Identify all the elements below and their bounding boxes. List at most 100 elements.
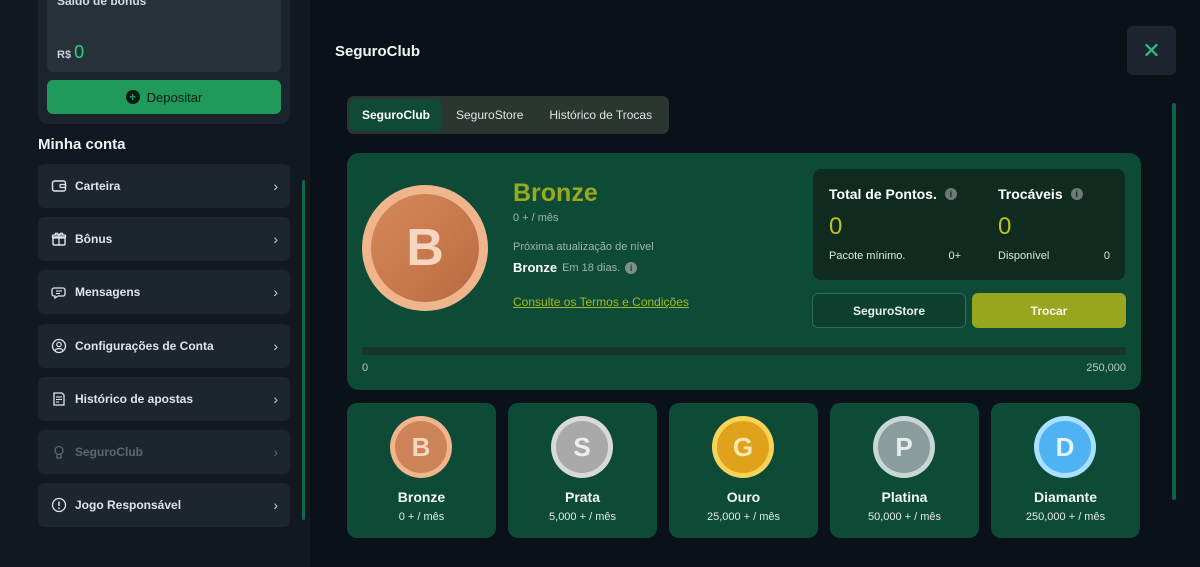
- bonus-balance-box: Saldo de bônus R$ 0: [47, 0, 281, 72]
- menu-item-label: Bônus: [75, 232, 113, 247]
- bonus-amount: 0: [74, 42, 85, 62]
- tier-card-diamante: D Diamante 250,000 + / mês: [991, 403, 1140, 538]
- tier-coin-letter: D: [1039, 421, 1091, 473]
- menu-item-label: Carteira: [75, 179, 121, 193]
- alert-circle-icon: [50, 496, 68, 514]
- chevron-right-icon: ›: [273, 231, 278, 248]
- total-points-value: 0: [829, 213, 843, 240]
- bonus-balance-title: Saldo de bônus: [57, 0, 147, 8]
- chevron-right-icon: ›: [273, 178, 278, 194]
- menu-item-label: Histórico de apostas: [75, 391, 194, 406]
- available-label: Disponível: [998, 250, 1050, 262]
- tier-coin-letter: S: [556, 421, 608, 473]
- menu-item-bet-history[interactable]: Histórico de apostas ›: [38, 376, 290, 421]
- info-icon[interactable]: i: [944, 188, 957, 200]
- available-row: Disponível 0: [998, 250, 1110, 262]
- level-name: Bronze: [513, 179, 598, 207]
- tier-requirement: 25,000 + / mês: [706, 511, 781, 523]
- tier-coin-letter: B: [395, 421, 447, 473]
- modal-title: SeguroClub: [335, 43, 420, 60]
- tier-coin-letter: G: [717, 421, 769, 473]
- section-title-my-account: Minha conta: [38, 136, 126, 153]
- tier-card-bronze: B Bronze 0 + / mês: [347, 403, 496, 538]
- chevron-right-icon: ›: [273, 497, 278, 514]
- level-card: B Bronze 0 + / mês Próxima atualização d…: [347, 153, 1141, 390]
- wallet-icon: [50, 177, 68, 195]
- total-points-column: Total de Pontos. i 0 Pacote mínimo. 0+: [829, 169, 961, 280]
- tab-seguroclub[interactable]: SeguroClub: [350, 99, 442, 131]
- level-requirement: 0 + / mês: [513, 212, 559, 224]
- tier-name: Bronze: [397, 489, 446, 505]
- tier-requirement: 5,000 + / mês: [549, 511, 616, 523]
- chevron-right-icon: ›: [273, 337, 278, 354]
- total-points-label: Total de Pontos.: [829, 186, 937, 202]
- tab-exchange-history[interactable]: Histórico de Trocas: [537, 99, 664, 131]
- tier-name: Diamante: [1033, 489, 1098, 505]
- diamante-coin-icon: D: [1034, 416, 1096, 478]
- tier-coin-letter: P: [878, 421, 930, 473]
- level-progress-bar: [362, 347, 1126, 355]
- next-level-info: Bronze Em 18 dias. i: [513, 260, 638, 275]
- menu-item-responsible-gaming[interactable]: Jogo Responsável ›: [38, 483, 290, 528]
- tier-name: Prata: [564, 489, 601, 505]
- segurostore-button[interactable]: SeguroStore: [812, 293, 966, 328]
- points-box: Total de Pontos. i 0 Pacote mínimo. 0+ T…: [813, 169, 1125, 280]
- menu-item-bonus[interactable]: Bônus ›: [38, 217, 290, 262]
- tradeable-points-column: Trocáveis i 0 Disponível 0: [998, 169, 1110, 280]
- tier-name: Ouro: [726, 489, 761, 505]
- bronze-coin-icon: B: [390, 416, 452, 478]
- info-icon[interactable]: i: [625, 261, 638, 274]
- menu-item-label: Mensagens: [75, 285, 141, 300]
- chevron-right-icon: ›: [273, 390, 278, 407]
- tier-list: B Bronze 0 + / mês S Prata 5,000 + / mês G Ouro…: [347, 403, 1142, 539]
- tier-requirement: 0 + / mês: [398, 511, 445, 523]
- close-button[interactable]: ✕: [1127, 26, 1176, 75]
- menu-item-wallet[interactable]: Carteira ›: [38, 164, 290, 208]
- bonus-currency: R$: [57, 49, 72, 61]
- platina-coin-icon: P: [873, 416, 935, 478]
- ouro-coin-icon: G: [712, 416, 774, 478]
- user-settings-icon: [50, 337, 68, 355]
- terms-link[interactable]: Consulte os Termos e Condições: [513, 295, 689, 309]
- next-level-eta: Em 18 dias.: [562, 261, 621, 274]
- wallet-card: Saldo de bônus R$ 0 + Depositar: [38, 0, 290, 124]
- tier-card-ouro: G Ouro 25,000 + / mês: [669, 403, 818, 538]
- sidebar: Saldo de bônus R$ 0 + Depositar Minha co…: [0, 0, 310, 567]
- total-points-header: Total de Pontos. i: [829, 186, 957, 202]
- progress-max-label: 250,000: [1086, 362, 1126, 374]
- prata-coin-icon: S: [551, 416, 613, 478]
- club-icon: [50, 443, 68, 461]
- menu-item-seguroclub[interactable]: SeguroClub ›: [38, 429, 290, 474]
- trade-button[interactable]: Trocar: [972, 293, 1126, 328]
- messages-icon: [50, 283, 68, 301]
- tier-name: Platina: [881, 489, 928, 505]
- tab-segurostore[interactable]: SeguroStore: [444, 99, 535, 131]
- deposit-button[interactable]: + Depositar: [47, 80, 281, 114]
- deposit-label: Depositar: [146, 89, 203, 105]
- modal-scrollbar[interactable]: [1172, 103, 1176, 500]
- tier-requirement: 250,000 + / mês: [1025, 511, 1106, 523]
- account-menu: Carteira › Bônus › Mensagens › Configura…: [38, 164, 290, 536]
- bronze-coin-icon: B: [362, 185, 488, 311]
- sidebar-scrollbar[interactable]: [302, 180, 305, 520]
- tier-requirement: 50,000 + / mês: [867, 511, 942, 523]
- menu-item-messages[interactable]: Mensagens ›: [38, 270, 290, 315]
- min-pack-row: Pacote mínimo. 0+: [829, 250, 961, 262]
- next-level-name: Bronze: [513, 260, 558, 275]
- chevron-right-icon: ›: [273, 284, 278, 301]
- menu-item-label: Jogo Responsável: [75, 498, 182, 513]
- menu-item-account-settings[interactable]: Configurações de Conta ›: [38, 323, 290, 368]
- tier-card-platina: P Platina 50,000 + / mês: [830, 403, 979, 538]
- available-value: 0: [1103, 250, 1110, 262]
- info-icon[interactable]: i: [1070, 188, 1083, 200]
- close-icon: ✕: [1142, 37, 1161, 63]
- next-level-label: Próxima atualização de nível: [513, 241, 654, 253]
- tradeable-value: 0: [998, 213, 1012, 240]
- tradeable-header: Trocáveis i: [998, 186, 1083, 202]
- menu-item-label: Configurações de Conta: [75, 338, 214, 353]
- gift-icon: [50, 230, 68, 248]
- plus-circle-icon: +: [125, 90, 140, 104]
- min-pack-value: 0+: [948, 250, 961, 262]
- min-pack-label: Pacote mínimo.: [829, 250, 906, 262]
- tab-bar: SeguroClub SeguroStore Histórico de Troc…: [347, 96, 669, 134]
